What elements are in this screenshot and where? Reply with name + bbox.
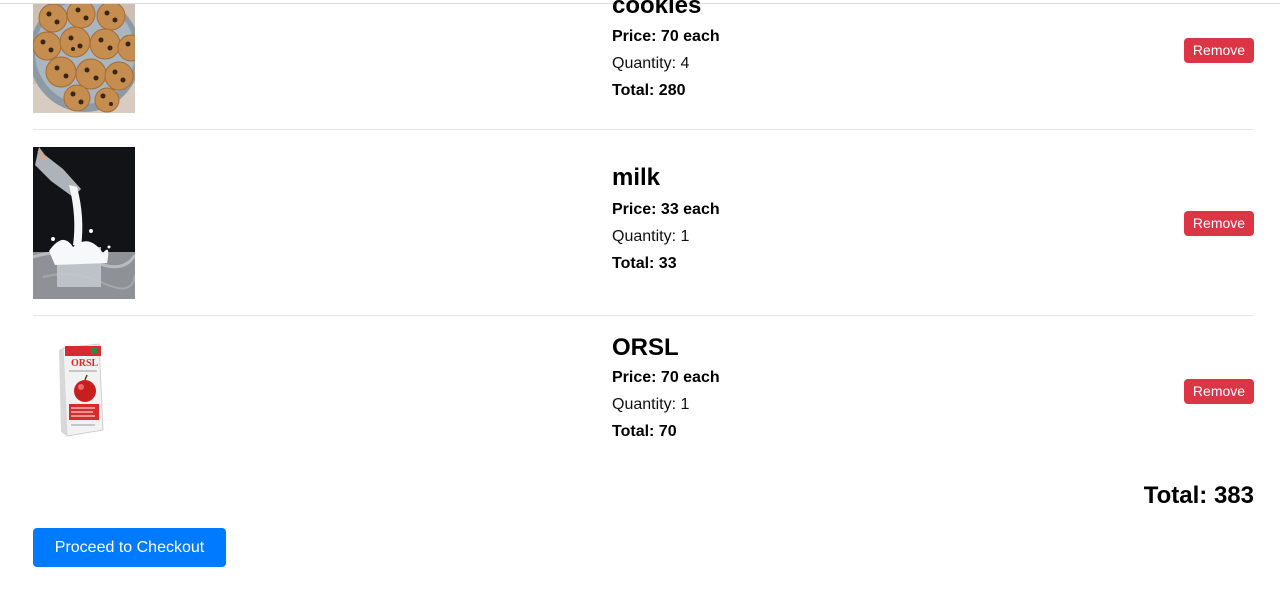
cart-item: cookies Price: 70 each Quantity: 4 Total…: [33, 0, 1254, 130]
cart-item: milk Price: 33 each Quantity: 1 Total: 3…: [33, 130, 1254, 316]
product-image-orsl: ORSL: [33, 334, 135, 444]
item-info: cookies Price: 70 each Quantity: 4 Total…: [612, 0, 1012, 112]
item-info: milk Price: 33 each Quantity: 1 Total: 3…: [612, 164, 1012, 284]
item-info: ORSL Price: 70 each Quantity: 1 Total: 7…: [612, 334, 1012, 454]
item-price: Price: 70 each: [612, 369, 720, 386]
checkout-button[interactable]: Proceed to Checkout: [33, 528, 226, 567]
remove-button[interactable]: Remove: [1184, 379, 1254, 404]
item-total: Total: 280: [612, 82, 686, 99]
item-price: Price: 70 each: [612, 28, 720, 45]
product-image-milk: [33, 147, 135, 299]
item-quantity: Quantity: 1: [612, 228, 690, 245]
cart-item: ORSL ORSL Price: 70 each Quantity: 1 Tot…: [33, 316, 1254, 466]
cart-grand-total: Total: 383: [1143, 482, 1254, 509]
item-quantity: Quantity: 4: [612, 55, 690, 72]
item-total: Total: 70: [612, 423, 677, 440]
item-price: Price: 33 each: [612, 201, 720, 218]
product-image-cookies: [33, 4, 135, 113]
orsl-brand-text: ORSL: [71, 358, 99, 369]
item-total: Total: 33: [612, 255, 677, 272]
item-name: ORSL: [612, 334, 679, 361]
remove-button[interactable]: Remove: [1184, 211, 1254, 236]
item-name: milk: [612, 164, 661, 191]
item-quantity: Quantity: 1: [612, 396, 690, 413]
remove-button[interactable]: Remove: [1184, 38, 1254, 63]
item-name: cookies: [612, 0, 702, 19]
